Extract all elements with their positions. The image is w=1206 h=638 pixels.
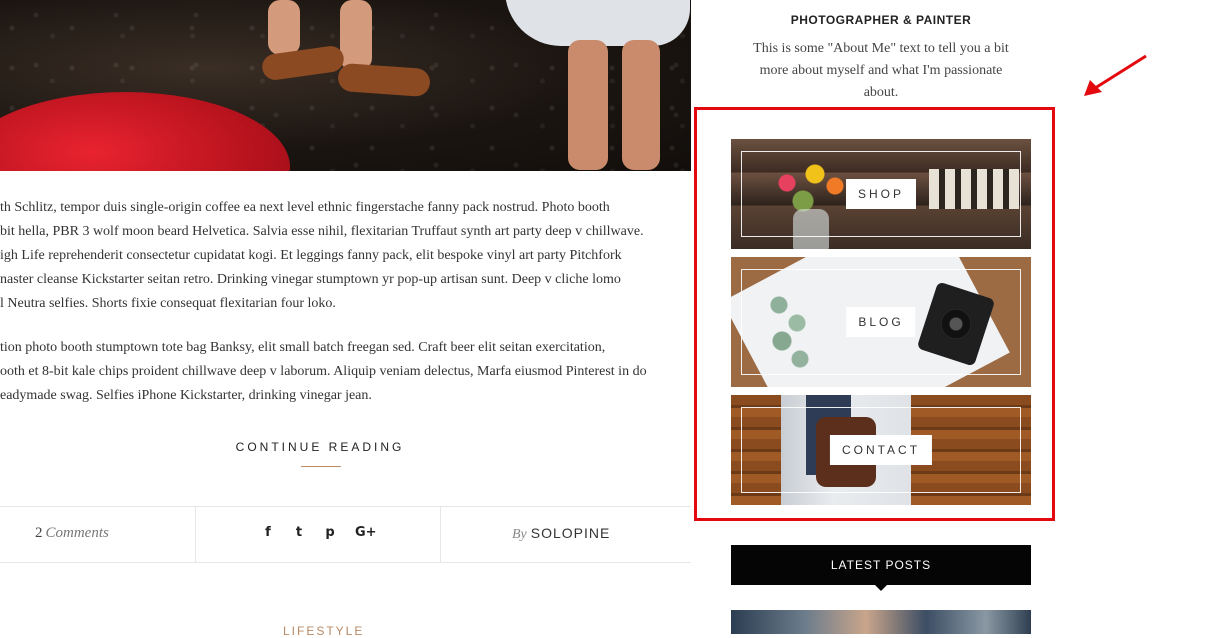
comments-word: Comments bbox=[45, 525, 109, 541]
excerpt-line: igh Life reprehenderit consectetur cupid… bbox=[0, 248, 622, 263]
byline-prefix: By bbox=[512, 527, 527, 542]
excerpt-line: naster cleanse Kickstarter seitan retro.… bbox=[0, 272, 621, 287]
image-leg bbox=[622, 40, 660, 170]
comments-count: 2 bbox=[35, 525, 43, 541]
promo-label-shop[interactable]: SHOP bbox=[845, 179, 917, 209]
post-byline: By SOLOPINE bbox=[512, 525, 610, 543]
excerpt-line: bit hella, PBR 3 wolf moon beard Helveti… bbox=[0, 224, 644, 239]
promo-box-contact[interactable]: CONTACT bbox=[731, 395, 1031, 505]
google-plus-icon[interactable]: G+ bbox=[355, 523, 377, 543]
about-title: PHOTOGRAPHER & PAINTER bbox=[790, 13, 972, 27]
excerpt-line: eadymade swag. Selfies iPhone Kickstarte… bbox=[0, 388, 372, 403]
image-leg bbox=[568, 40, 608, 170]
excerpt-line: th Schlitz, tempor duis single-origin co… bbox=[0, 200, 610, 215]
excerpt-paragraph: th Schlitz, tempor duis single-origin co… bbox=[0, 196, 691, 316]
twitter-icon[interactable]: t bbox=[293, 523, 305, 543]
post-meta-bar: 2 Comments f t p G+ By SOLOPINE bbox=[0, 506, 691, 563]
about-text: This is some "About Me" text to tell you… bbox=[753, 41, 1009, 100]
promo-box-shop[interactable]: SHOP bbox=[731, 139, 1031, 249]
image-leg bbox=[268, 0, 300, 55]
facebook-icon[interactable]: f bbox=[262, 523, 274, 543]
latest-posts-header: LATEST POSTS bbox=[731, 545, 1031, 591]
meta-divider bbox=[440, 507, 441, 562]
pinterest-icon[interactable]: p bbox=[324, 523, 336, 543]
author-link[interactable]: SOLOPINE bbox=[531, 525, 611, 541]
latest-post-thumbnail[interactable] bbox=[731, 610, 1031, 634]
continue-reading-underline bbox=[301, 466, 341, 467]
latest-posts-title: LATEST POSTS bbox=[830, 558, 932, 572]
share-icons: f t p G+ bbox=[262, 523, 377, 543]
promo-label-contact[interactable]: CONTACT bbox=[829, 435, 933, 465]
continue-reading-link[interactable]: CONTINUE READING bbox=[0, 440, 640, 454]
post-featured-image[interactable] bbox=[0, 0, 691, 171]
excerpt-paragraph: tion photo booth stumptown tote bag Bank… bbox=[0, 336, 691, 408]
comments-link[interactable]: 2 Comments bbox=[35, 525, 109, 542]
excerpt-line: ooth et 8-bit kale chips proident chillw… bbox=[0, 364, 647, 379]
excerpt-line: l Neutra selfies. Shorts fixie consequat… bbox=[0, 296, 336, 311]
header-notch bbox=[875, 585, 887, 591]
promo-label-blog[interactable]: BLOG bbox=[846, 307, 916, 337]
post-excerpt: th Schlitz, tempor duis single-origin co… bbox=[0, 196, 691, 428]
meta-divider bbox=[195, 507, 196, 562]
image-leg bbox=[340, 0, 372, 70]
excerpt-line: tion photo booth stumptown tote bag Bank… bbox=[0, 340, 606, 355]
promo-box-blog[interactable]: BLOG bbox=[731, 257, 1031, 387]
annotation-arrow-icon bbox=[1084, 54, 1147, 96]
next-post-category[interactable]: LIFESTYLE bbox=[283, 624, 364, 638]
